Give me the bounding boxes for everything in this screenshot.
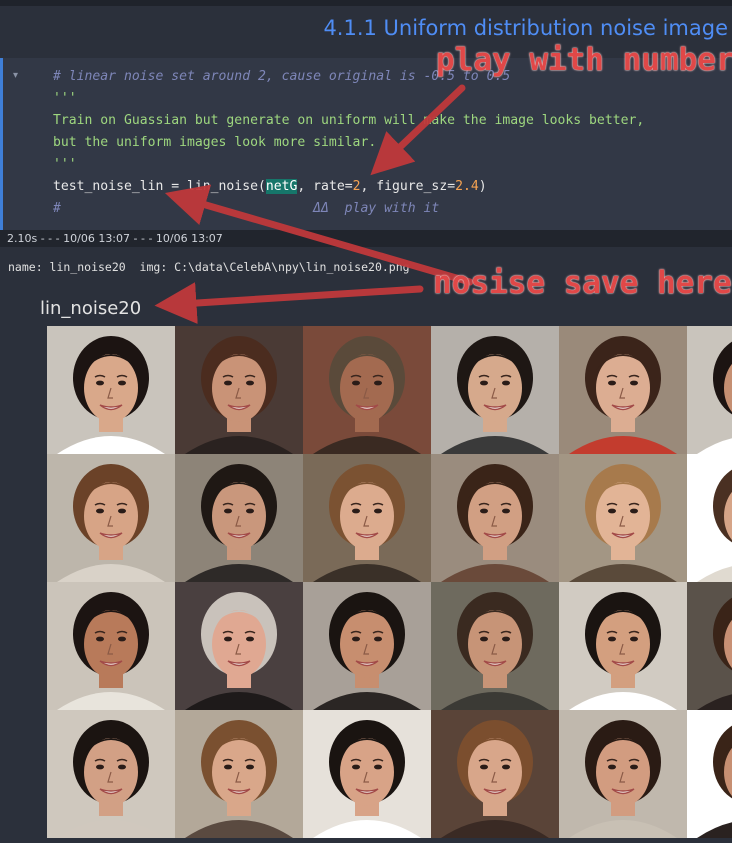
- face-thumbnail: [175, 710, 303, 838]
- face-thumbnail: [175, 454, 303, 582]
- face-thumbnail: [303, 454, 431, 582]
- face-thumbnail: [559, 582, 687, 710]
- figure-size-value: 2.4: [455, 179, 479, 194]
- face-thumbnail: [47, 326, 175, 454]
- code-comment-line: # ΔΔ play with it: [53, 201, 440, 216]
- face-thumbnail: [431, 710, 559, 838]
- execution-timing: 2.10s - - - 10/06 13:07 - - - 10/06 13:0…: [0, 230, 732, 247]
- face-thumbnail: [175, 326, 303, 454]
- collapse-toggle-icon[interactable]: ▾: [13, 70, 18, 81]
- docstring-line: Train on Guassian but generate on unifor…: [53, 113, 645, 128]
- code-cell[interactable]: ▾ # linear noise set around 2, cause ori…: [0, 58, 732, 230]
- face-thumbnail: [687, 710, 732, 838]
- face-thumbnail: [47, 454, 175, 582]
- face-thumbnail: [47, 710, 175, 838]
- face-thumbnail: [431, 582, 559, 710]
- face-thumbnail: [47, 582, 175, 710]
- figure-title: lin_noise20: [40, 298, 142, 319]
- code-token: test_noise_lin = lin_noise(: [53, 179, 266, 194]
- annotation-save: nosise save here: [433, 265, 732, 301]
- docstring-open: ''': [53, 91, 77, 106]
- face-thumbnail: [431, 326, 559, 454]
- face-thumbnail: [303, 582, 431, 710]
- face-thumbnail: [303, 326, 431, 454]
- docstring-close: ''': [53, 157, 77, 172]
- section-heading: 4.1.1 Uniform distribution noise image: [323, 16, 728, 40]
- face-image-grid: [47, 326, 732, 843]
- face-thumbnail: [687, 454, 732, 582]
- face-thumbnail: [559, 326, 687, 454]
- code-token: ): [478, 179, 487, 194]
- face-thumbnail: [559, 454, 687, 582]
- face-thumbnail: [559, 710, 687, 838]
- code-token: , figure_sz=: [360, 179, 456, 194]
- annotation-play: play with number: [436, 42, 732, 78]
- highlighted-token: netG: [265, 179, 298, 194]
- code-editor[interactable]: # linear noise set around 2, cause origi…: [53, 66, 644, 220]
- cell-output: name: lin_noise20 img: C:\data\CelebA\np…: [0, 247, 732, 843]
- docstring-line: but the uniform images look more similar…: [53, 135, 377, 150]
- face-thumbnail: [303, 710, 431, 838]
- face-thumbnail: [175, 582, 303, 710]
- face-thumbnail: [431, 454, 559, 582]
- face-thumbnail: [687, 582, 732, 710]
- code-token: , rate=: [297, 179, 353, 194]
- output-meta-text: name: lin_noise20 img: C:\data\CelebA\np…: [8, 260, 410, 274]
- face-thumbnail: [687, 326, 732, 454]
